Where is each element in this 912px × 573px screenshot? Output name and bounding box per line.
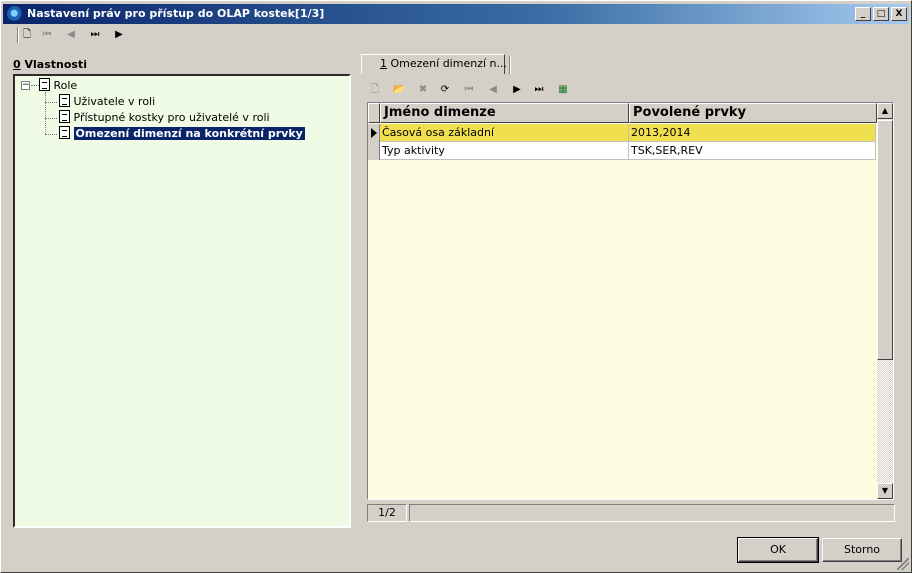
tab-divider [509,56,511,74]
main-window: Nastavení práv pro přístup do OLAP koste… [0,0,912,573]
document-icon [59,126,70,139]
column-header-dimension-name[interactable]: Jméno dimenze [380,103,629,123]
grid-last-icon[interactable]: ⏭ [531,82,547,98]
grid-status-bar: 1/2 [367,504,895,522]
resize-grip[interactable] [897,558,909,570]
grid-first-icon[interactable]: ⏮ [461,82,477,98]
open-folder-icon[interactable]: 📂 [391,82,407,98]
close-button[interactable]: X [891,7,907,21]
tree-node-label-selected: Omezení dimenzí na konkrétní prvky [73,127,305,140]
table-row[interactable]: Typ aktivity TSK,SER,REV [368,142,876,160]
main-toolbar: 🗋 ⏮ ◀ ⏭ ▶ [7,26,907,44]
column-header-allowed-items[interactable]: Povolené prvky [629,103,877,123]
vertical-scrollbar[interactable]: ▲ ▼ [877,103,893,499]
grid-previous-icon[interactable]: ◀ [485,82,501,98]
properties-label-text: Vlastnosti [20,58,87,71]
tree-node-accessible-cubes[interactable]: Přístupné kostky pro uživatelé v roli [59,110,270,126]
first-record-icon[interactable]: ⏮ [39,27,55,43]
properties-label-key: 0 [13,58,21,71]
record-counter: 1/2 [367,504,407,522]
properties-tree[interactable]: − Role Uživatele v roli Přístupné kostky… [13,74,351,528]
tree-node-label: Přístupné kostky pro uživatelé v roli [73,111,270,124]
cell-dimension-name[interactable]: Časová osa základní [380,124,629,142]
previous-record-icon[interactable]: ◀ [63,27,79,43]
new-record-icon[interactable]: 🗋 [367,82,383,98]
grid-next-icon[interactable]: ▶ [509,82,525,98]
row-indicator [368,142,380,160]
cell-allowed-items[interactable]: 2013,2014 [629,124,876,142]
tree-line [45,92,46,134]
document-icon [59,94,70,107]
scroll-down-icon[interactable]: ▼ [877,483,893,499]
grid-toolbar: 🗋 📂 ✖ ⟳ ⏮ ◀ ▶ ⏭ ▦ [367,81,667,99]
tab-dimension-restrictions[interactable]: 1 Omezení dimenzí n... [361,54,507,74]
tree-line [45,118,57,119]
tree-line [31,85,39,86]
tree-node-label: Role [53,79,78,92]
scrollbar-thumb[interactable] [877,120,893,360]
title-bar[interactable]: Nastavení práv pro přístup do OLAP koste… [3,4,909,24]
tree-node-users-in-role[interactable]: Uživatele v roli [59,94,155,110]
grid-corner [368,103,380,123]
document-icon [59,110,70,123]
app-icon [7,6,23,22]
tree-node-role[interactable]: Role [39,78,77,94]
dimension-grid[interactable]: Jméno dimenze Povolené prvky Časová osa … [367,102,894,500]
properties-label: 0 Vlastnosti [13,58,87,71]
tree-node-label: Uživatele v roli [73,95,156,108]
minimize-button[interactable]: _ [855,7,871,21]
next-record-icon[interactable]: ▶ [111,27,127,43]
delete-icon[interactable]: ✖ [415,82,431,98]
document-icon [39,78,50,91]
current-row-icon [371,128,377,138]
tree-line [45,102,57,103]
cell-allowed-items[interactable]: TSK,SER,REV [629,142,876,160]
cell-dimension-name[interactable]: Typ aktivity [380,142,629,160]
tree-node-dimension-restrictions[interactable]: Omezení dimenzí na konkrétní prvky [59,126,305,142]
new-document-icon[interactable]: 🗋 [19,27,35,43]
last-record-icon[interactable]: ⏭ [87,27,103,43]
row-indicator [368,124,380,142]
tab-label: Omezení dimenzí n... [387,57,507,70]
cancel-button[interactable]: Storno [822,538,902,562]
maximize-button[interactable]: □ [873,7,889,21]
status-panel [409,504,895,522]
excel-export-icon[interactable]: ▦ [555,82,571,98]
scroll-up-icon[interactable]: ▲ [877,103,893,119]
window-title: Nastavení práv pro přístup do OLAP koste… [27,7,325,20]
table-row[interactable]: Časová osa základní 2013,2014 [368,124,876,142]
tab-key: 1 [380,57,387,70]
tree-line [45,134,57,135]
collapse-icon[interactable]: − [21,81,30,90]
ok-button[interactable]: OK [737,537,819,563]
refresh-icon[interactable]: ⟳ [437,82,453,98]
